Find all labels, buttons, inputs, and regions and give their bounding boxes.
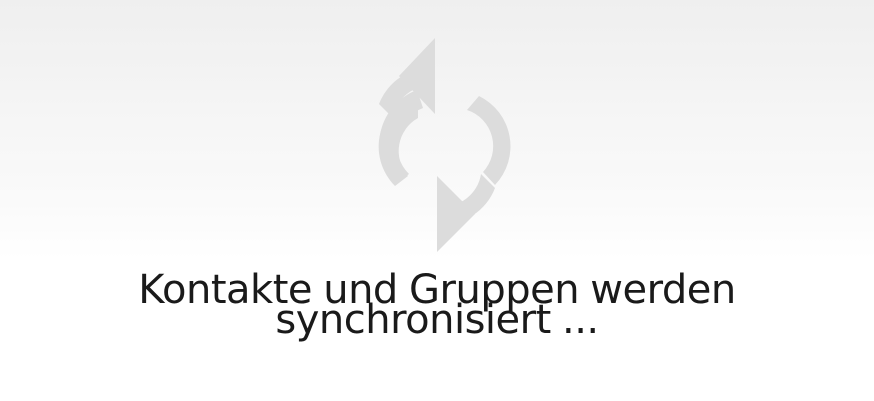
- sync-screen: Kontakte und Gruppen werden synchronisie…: [0, 0, 874, 401]
- sync-status-message: Kontakte und Gruppen werden synchronisie…: [0, 270, 874, 343]
- sync-status-line-2: synchronisiert ...: [275, 297, 599, 343]
- sync-refresh-icon: [355, 38, 519, 254]
